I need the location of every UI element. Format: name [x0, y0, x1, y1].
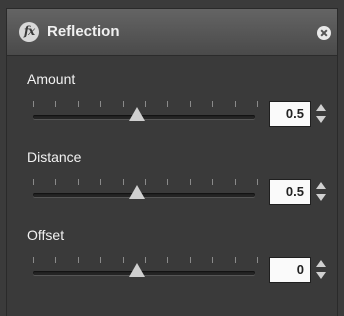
slider-tick	[257, 257, 258, 263]
offset-value-field[interactable]: 0	[269, 257, 311, 283]
slider-tick	[122, 101, 124, 107]
distance-ticks	[31, 179, 261, 187]
slider-tick	[122, 257, 124, 263]
slider-tick	[33, 257, 34, 263]
distance-label: Distance	[27, 149, 82, 165]
offset-label: Offset	[27, 227, 65, 243]
control-offset: Offset 0	[7, 227, 337, 305]
control-amount: Amount 0.5	[7, 71, 337, 149]
distance-increment-icon[interactable]	[316, 182, 326, 189]
slider-tick	[145, 257, 146, 263]
slider-tick	[33, 101, 34, 107]
slider-tick	[189, 257, 191, 263]
slider-tick	[77, 257, 79, 263]
distance-stepper[interactable]	[315, 179, 327, 205]
slider-tick	[100, 179, 102, 185]
offset-stepper[interactable]	[315, 257, 327, 283]
amount-label: Amount	[27, 71, 76, 87]
panel-titlebar: fx Reflection	[7, 9, 337, 56]
slider-tick	[122, 179, 124, 185]
slider-tick	[234, 257, 236, 263]
slider-tick	[212, 101, 214, 107]
slider-tick	[167, 257, 169, 263]
amount-stepper[interactable]	[315, 101, 327, 127]
amount-decrement-icon[interactable]	[316, 116, 326, 123]
slider-tick	[145, 179, 146, 185]
distance-value-field[interactable]: 0.5	[269, 179, 311, 205]
slider-tick	[234, 101, 236, 107]
slider-tick	[234, 179, 236, 185]
slider-tick	[55, 179, 57, 185]
distance-slider-thumb[interactable]	[129, 185, 145, 199]
amount-ticks	[31, 101, 261, 109]
panel-title: Reflection	[47, 23, 120, 40]
offset-decrement-icon[interactable]	[316, 272, 326, 279]
slider-tick	[77, 101, 79, 107]
slider-tick	[212, 179, 214, 185]
slider-tick	[212, 257, 214, 263]
slider-tick	[257, 179, 258, 185]
slider-tick	[77, 179, 79, 185]
amount-value-field[interactable]: 0.5	[269, 101, 311, 127]
fx-icon: fx	[19, 22, 39, 42]
slider-tick	[55, 257, 57, 263]
offset-ticks	[31, 257, 261, 265]
amount-slider-thumb[interactable]	[129, 107, 145, 121]
amount-increment-icon[interactable]	[316, 104, 326, 111]
slider-tick	[167, 101, 169, 107]
slider-tick	[100, 257, 102, 263]
slider-tick	[189, 179, 191, 185]
offset-increment-icon[interactable]	[316, 260, 326, 267]
reflection-panel: fx Reflection Amount 0.5 Distance 0.5 Of…	[6, 8, 338, 316]
distance-decrement-icon[interactable]	[316, 194, 326, 201]
slider-tick	[145, 101, 146, 107]
slider-tick	[167, 179, 169, 185]
close-icon[interactable]	[317, 26, 331, 40]
slider-tick	[55, 101, 57, 107]
offset-slider-thumb[interactable]	[129, 263, 145, 277]
slider-tick	[189, 101, 191, 107]
slider-tick	[257, 101, 258, 107]
slider-tick	[100, 101, 102, 107]
slider-tick	[33, 179, 34, 185]
fx-icon-glyph: fx	[23, 24, 35, 38]
control-distance: Distance 0.5	[7, 149, 337, 227]
